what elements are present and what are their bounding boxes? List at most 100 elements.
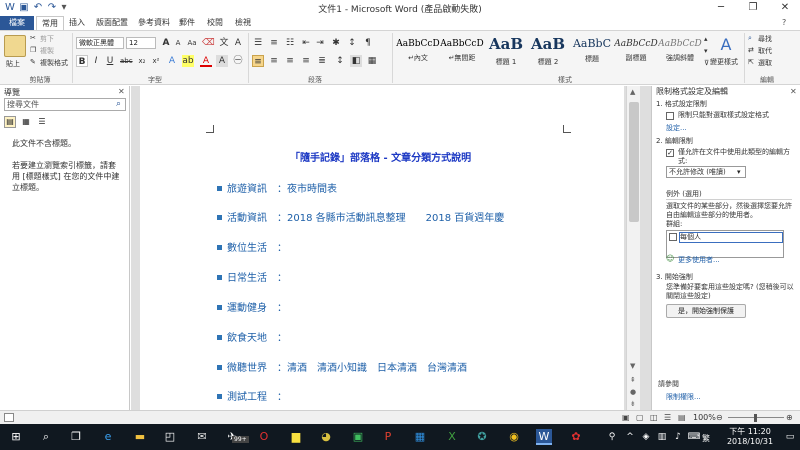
char-shading-icon[interactable]: A [216,55,228,67]
bold-icon[interactable]: B [76,55,88,67]
shading-icon[interactable]: ◧ [350,55,362,67]
tab-home[interactable]: 常用 [36,16,64,30]
zoom-level[interactable]: 100% [693,413,716,422]
people-icon[interactable]: ⚲ [604,429,620,445]
restore-button[interactable]: ❐ [738,0,768,16]
underline-icon[interactable]: U [104,55,116,67]
browse-pages-icon[interactable]: ▦ [20,116,32,128]
chevron-up-icon[interactable]: ^ [622,429,638,445]
style-normal[interactable]: AaBbCcD ↵內文 [396,33,440,73]
vertical-scrollbar[interactable]: ▲ ▼ ⇞ ● ⇟ [626,86,640,410]
chrome-browser-icon[interactable]: ◉ [506,429,522,445]
document-line[interactable]: 飲食天地 ： [227,329,287,344]
styles-scroll-down-icon[interactable]: ▾ [704,47,708,55]
search-icon[interactable]: ⌕ [38,429,54,445]
close-button[interactable]: ✕ [770,0,800,16]
align-right-icon[interactable]: ≡ [284,55,296,67]
scroll-down-icon[interactable]: ▼ [630,362,635,370]
group-list[interactable]: 每個人 [666,230,784,258]
style-heading-2[interactable]: AaB 標題 2 [526,33,570,73]
tab-review[interactable]: 校閱 [202,16,228,30]
cut-icon[interactable]: ✂ [30,34,36,42]
notifications-icon[interactable]: ▭ [782,429,798,445]
superscript-icon[interactable]: x² [150,55,162,67]
app-icon[interactable]: ✿ [568,429,584,445]
shrink-font-icon[interactable]: A [172,37,184,49]
network-icon[interactable]: ▥ [654,429,670,445]
pane-close-icon[interactable]: ✕ [118,87,125,96]
restrict-permissions-link[interactable]: 限制權限... [666,392,701,402]
replace-button[interactable]: 取代 [758,46,772,56]
tab-page-layout[interactable]: 版面配置 [92,16,132,30]
align-center-icon[interactable]: ≡ [268,55,280,67]
mail-icon[interactable]: ✉ [194,429,210,445]
document-line[interactable]: 測試工程 ： [227,388,287,403]
document-title[interactable]: 「隨手記錄」部落格 - 文章分類方式說明 [290,149,471,164]
style-subtle-emphasis[interactable]: AaBbCcD 強調斜體 [658,33,702,73]
volume-icon[interactable]: ♪ [670,429,686,445]
copy-button[interactable]: 複製 [40,46,54,56]
style-no-spacing[interactable]: AaBbCcD ↵無間距 [440,33,484,73]
multilevel-list-icon[interactable]: ☷ [284,37,296,49]
bullets-icon[interactable]: ☰ [252,37,264,49]
style-title[interactable]: AaBbC 標題 [570,33,614,73]
styles-more-icon[interactable]: ⊽ [704,59,709,67]
redo-icon[interactable]: ↷ [46,2,58,14]
sort-icon[interactable]: ↕ [346,37,358,49]
kakaotalk-icon[interactable]: ◕ [318,429,334,445]
italic-icon[interactable]: I [90,55,102,67]
help-icon[interactable]: ? [782,18,786,27]
find-button[interactable]: 尋找 [758,34,772,44]
ime-indicator[interactable]: 繁 [702,433,710,444]
scroll-up-icon[interactable]: ▲ [630,88,635,96]
outline-icon[interactable]: ☰ [664,413,671,422]
line-spacing-icon[interactable]: ↕ [334,55,346,67]
browse-results-icon[interactable]: ☰ [36,116,48,128]
zoom-out-icon[interactable]: ⊖ [716,413,723,422]
word-app-icon[interactable]: W [4,2,16,14]
more-users-link[interactable]: 更多使用者... [678,255,720,265]
photos-icon[interactable]: ▦ [412,429,428,445]
dropbox-icon[interactable]: ◈ [638,429,654,445]
save-icon[interactable]: ▣ [18,2,30,14]
format-painter-icon[interactable]: ✎ [30,58,36,66]
line-app-icon[interactable]: ▣ [350,429,366,445]
numbering-icon[interactable]: ≡ [268,37,280,49]
next-page-icon[interactable]: ⇟ [630,400,636,408]
print-layout-icon[interactable]: ▣ [622,413,630,422]
document-line[interactable]: 旅遊資訊 ：夜市時間表 [227,180,337,195]
draft-icon[interactable]: ▤ [678,413,686,422]
file-explorer-icon[interactable]: ▬ [132,429,148,445]
start-windows-icon[interactable]: ⊞ [8,429,24,445]
search-icon[interactable]: ⌕ [116,99,121,109]
find-icon[interactable]: ⌕ [748,34,752,43]
text-effects-icon[interactable]: A [166,55,178,67]
tab-mailings[interactable]: 郵件 [174,16,200,30]
chinese-layout-icon[interactable]: ✱ [330,37,342,49]
store-icon[interactable]: ◰ [162,429,178,445]
increase-indent-icon[interactable]: ⇥ [314,37,326,49]
pane-close-icon[interactable]: ✕ [790,87,797,96]
phonetic-guide-icon[interactable]: 文 [218,37,230,49]
document-search-input[interactable]: 搜尋文件 [4,98,126,111]
full-screen-icon[interactable]: ▢ [636,413,644,422]
previous-page-icon[interactable]: ⇞ [630,376,636,384]
justify-icon[interactable]: ≡ [300,55,312,67]
excel-icon[interactable]: X [444,429,460,445]
change-styles-button[interactable]: 變更樣式 [710,57,738,67]
document-line[interactable]: 微聽世界 ：清酒 清酒小知識 日本清酒 台灣清酒 [227,359,467,374]
editing-restriction-checkbox[interactable]: ✓ [666,149,674,157]
style-heading-1[interactable]: AaB 標題 1 [484,33,528,73]
tab-view[interactable]: 檢視 [230,16,256,30]
change-styles-icon[interactable]: A [714,35,738,57]
select-button[interactable]: 選取 [758,58,772,68]
task-view-icon[interactable]: ❐ [68,429,84,445]
format-restriction-checkbox[interactable] [666,112,674,120]
format-settings-link[interactable]: 設定... [666,123,687,133]
clear-format-icon[interactable]: ⌫ [202,37,215,49]
zoom-in-icon[interactable]: ⊕ [786,413,793,422]
copy-icon[interactable]: ❐ [30,46,36,54]
decrease-indent-icon[interactable]: ⇤ [300,37,312,49]
replace-icon[interactable]: ⇄ [748,46,754,54]
style-subtitle[interactable]: AaBbCcD 副標題 [614,33,658,73]
